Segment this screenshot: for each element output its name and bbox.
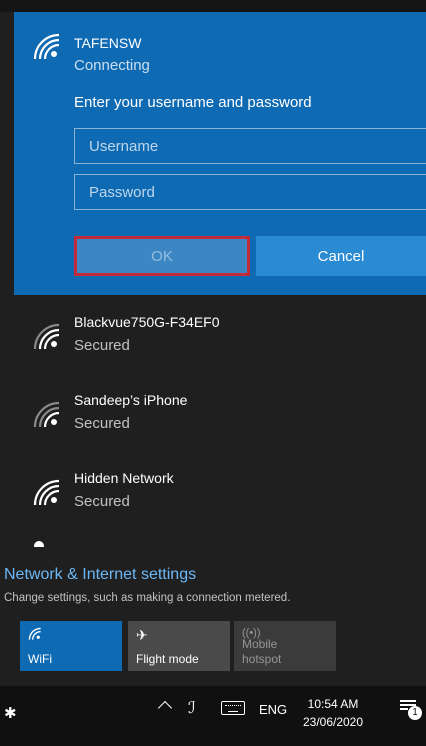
- wifi-signal-icon: [32, 32, 62, 62]
- mobile-hotspot-tile[interactable]: ((•)) Mobile hotspot: [234, 621, 336, 671]
- network-security: Secured: [74, 415, 130, 432]
- wifi-tile-label: WiFi: [28, 652, 52, 666]
- network-security: Secured: [74, 493, 130, 510]
- hotspot-label-line1: Mobile: [242, 637, 278, 651]
- taskbar: ✱ ℐ ENG 10:54 AM 23/06/2020 1: [0, 686, 426, 746]
- password-input[interactable]: [75, 175, 426, 209]
- clock-time: 10:54 AM: [307, 697, 359, 711]
- hotspot-tile-label: Mobile hotspot: [242, 637, 281, 667]
- notification-icon[interactable]: 1: [398, 698, 422, 720]
- flight-tile-label: Flight mode: [136, 652, 199, 666]
- wifi-signal-icon: [32, 322, 62, 352]
- active-network-status: Connecting: [74, 57, 150, 74]
- flight-mode-tile[interactable]: ✈ Flight mode: [128, 621, 230, 671]
- username-input[interactable]: [75, 129, 426, 163]
- network-name: Blackvue750G-F34EF0: [74, 314, 220, 330]
- network-settings-link[interactable]: Network & Internet settings: [4, 566, 196, 584]
- chevron-up-icon[interactable]: [157, 700, 173, 716]
- network-item[interactable]: Hidden Network Secured: [14, 460, 426, 532]
- network-item[interactable]: Blackvue750G-F34EF0 Secured: [14, 304, 426, 376]
- network-item[interactable]: Sandeep’s iPhone Secured: [14, 382, 426, 454]
- active-network-panel[interactable]: TAFENSW Connecting Enter your username a…: [14, 12, 426, 295]
- password-field-box: [74, 174, 426, 210]
- top-strip: [0, 0, 426, 12]
- wifi-signal-icon: [32, 400, 62, 430]
- ethernet-icon: [34, 541, 44, 547]
- network-security: Secured: [74, 337, 130, 354]
- network-name: Sandeep’s iPhone: [74, 392, 188, 408]
- active-network-name: TAFENSW: [74, 35, 142, 51]
- keyboard-icon[interactable]: [221, 701, 245, 715]
- hotspot-label-line2: hotspot: [242, 652, 282, 666]
- airplane-icon: ✈: [136, 627, 148, 643]
- clock[interactable]: 10:54 AM 23/06/2020: [298, 695, 368, 731]
- network-name: Hidden Network: [74, 470, 174, 486]
- wifi-signal-icon: [32, 478, 62, 508]
- clock-date: 23/06/2020: [302, 715, 364, 729]
- credentials-prompt: Enter your username and password: [74, 94, 312, 111]
- language-indicator[interactable]: ENG: [259, 702, 287, 717]
- notification-badge: 1: [408, 706, 422, 720]
- username-field-box: [74, 128, 426, 164]
- gear-icon[interactable]: ✱: [4, 704, 17, 722]
- pen-icon[interactable]: ℐ: [188, 698, 196, 718]
- network-settings-description: Change settings, such as making a connec…: [4, 592, 291, 604]
- wifi-icon: [28, 627, 42, 644]
- wifi-toggle-tile[interactable]: WiFi: [20, 621, 122, 671]
- cancel-button[interactable]: Cancel: [256, 236, 426, 276]
- ok-button[interactable]: OK: [74, 236, 250, 276]
